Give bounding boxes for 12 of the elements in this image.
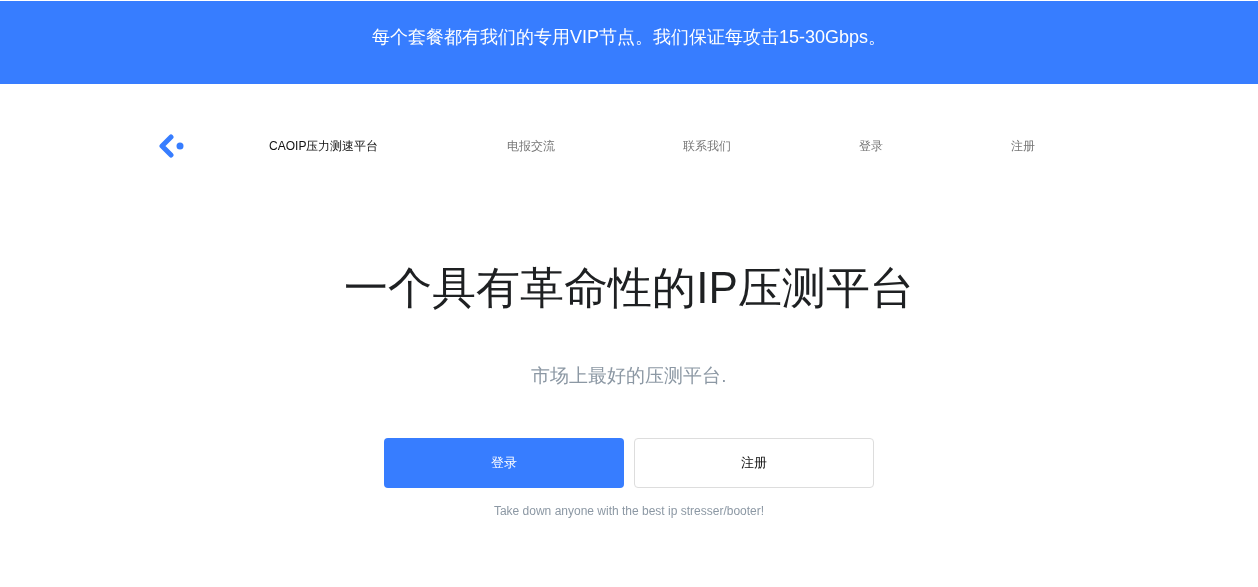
nav-link[interactable]: CAOIP压力测速平台 <box>269 137 379 155</box>
caption-text: Take down anyone with the best ip stresser/booter! <box>493 504 765 518</box>
login-button[interactable]: 登录 <box>384 438 624 488</box>
register-button[interactable]: 注册 <box>634 438 874 488</box>
hero-title: 一个具有革命性的IP压测平台 <box>344 262 914 314</box>
logo-icon[interactable] <box>159 133 185 159</box>
nav-link[interactable]: 联系我们 <box>682 137 731 155</box>
nav-link[interactable]: 登录 <box>858 137 883 155</box>
nav-link[interactable]: 注册 <box>1010 137 1035 155</box>
hero-subtitle: 市场上最好的压测平台. <box>531 364 727 388</box>
nav-link[interactable]: 电报交流 <box>506 137 555 155</box>
banner-text: 每个套餐都有我们的专用VIP节点。我们保证每攻击15-30Gbps。 <box>371 25 887 49</box>
